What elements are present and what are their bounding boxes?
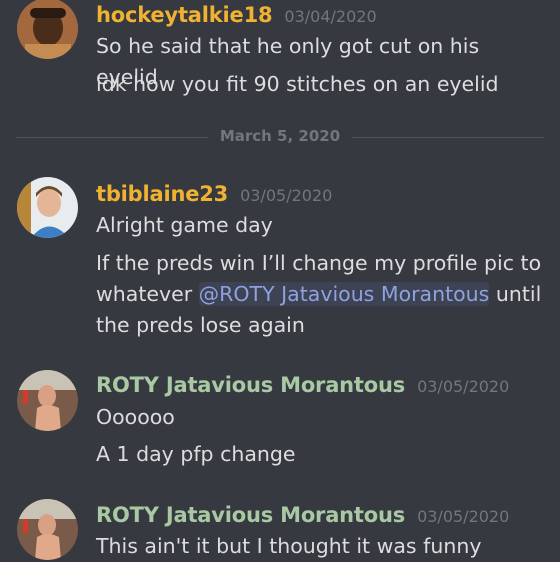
- user-avatar[interactable]: [17, 370, 78, 431]
- timestamp: 03/05/2020: [417, 377, 510, 396]
- message-text: Alright game day: [96, 213, 273, 237]
- message-header: tbiblaine23 03/05/2020: [96, 182, 332, 206]
- user-mention[interactable]: @ROTY Jatavious Morantous: [198, 282, 490, 306]
- message-text: This ain't it but I thought it was funny: [96, 534, 482, 558]
- message-text: If the preds win I’ll change my profile …: [96, 248, 546, 341]
- message-text: A 1 day pfp change: [96, 442, 296, 466]
- user-avatar[interactable]: [17, 0, 78, 59]
- timestamp: 03/05/2020: [417, 507, 510, 526]
- username[interactable]: ROTY Jatavious Morantous: [96, 373, 405, 397]
- user-avatar[interactable]: [17, 177, 78, 238]
- message-header: ROTY Jatavious Morantous 03/05/2020: [96, 373, 509, 397]
- timestamp: 03/04/2020: [284, 7, 377, 26]
- message-text: Oooooo: [96, 405, 175, 429]
- message-header: ROTY Jatavious Morantous 03/05/2020: [96, 503, 509, 527]
- message-header: hockeytalkie18 03/04/2020: [96, 3, 377, 27]
- timestamp: 03/05/2020: [240, 186, 333, 205]
- user-avatar[interactable]: [17, 499, 78, 560]
- username[interactable]: hockeytalkie18: [96, 3, 273, 27]
- message-text: idk how you fit 90 stitches on an eyelid: [96, 72, 499, 96]
- date-divider: March 5, 2020: [207, 127, 353, 145]
- username[interactable]: tbiblaine23: [96, 182, 228, 206]
- username[interactable]: ROTY Jatavious Morantous: [96, 503, 405, 527]
